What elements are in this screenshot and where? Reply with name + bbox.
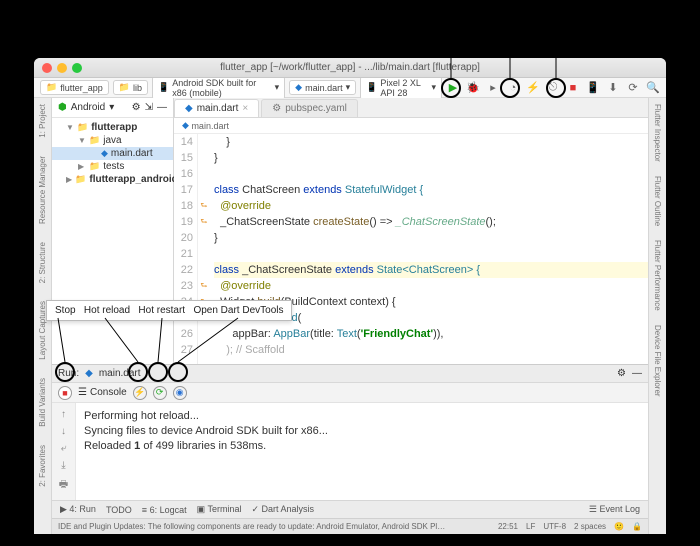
run-tool-title: Run: (58, 368, 79, 379)
run-config-selector[interactable]: ◆main.dart▾ (289, 80, 356, 95)
status-bar: IDE and Plugin Updates: The following co… (52, 518, 648, 534)
flutter-performance-tab[interactable]: Flutter Performance (653, 240, 662, 311)
sdk-manager-button[interactable]: ⬇ (606, 81, 620, 95)
source-text[interactable]: } } class ChatScreen extends StatefulWid… (210, 134, 648, 364)
device-selector[interactable]: 📱Android SDK built for x86 (mobile)▾ (152, 76, 285, 100)
editor-tab-main-dart[interactable]: ◆main.dart× (174, 99, 259, 117)
coverage-button[interactable]: ▸ (486, 81, 500, 95)
project-view-selector[interactable]: Android (71, 102, 105, 113)
avd-manager-button[interactable]: 📱 (586, 81, 600, 95)
line-number-gutter: 1415161718192021222324252627 (174, 134, 198, 364)
code-area[interactable]: 1415161718192021222324252627 ⮑⮑⮑⮑ } } cl… (174, 134, 648, 364)
ide-window: flutter_app [~/work/flutter_app] - .../l… (34, 58, 666, 534)
status-lock-icon[interactable]: 🔒 (632, 522, 642, 531)
status-message[interactable]: IDE and Plugin Updates: The following co… (58, 522, 448, 531)
breadcrumb-module[interactable]: 📁lib (113, 80, 148, 95)
hot-restart-button[interactable]: ⟳ (153, 386, 167, 400)
run-settings-icon[interactable]: ⚙ (617, 368, 626, 379)
window-title: flutter_app [~/work/flutter_app] - .../l… (34, 62, 666, 73)
debug-button[interactable]: 🐞 (466, 81, 480, 95)
search-everywhere-button[interactable]: 🔍 (646, 81, 660, 95)
avd-selector[interactable]: 📱Pixel 2 XL API 28▾ (360, 76, 442, 100)
structure-tool-tab[interactable]: 2: Structure (38, 242, 47, 283)
profile-button[interactable]: ◔ (506, 81, 520, 95)
sync-button[interactable]: ⟳ (626, 81, 640, 95)
console-down-icon[interactable]: ↓ (61, 426, 66, 437)
console-wrap-icon[interactable]: ⤶ (61, 443, 67, 454)
status-indent[interactable]: 2 spaces (574, 522, 606, 531)
open-devtools-button[interactable]: ◉ (173, 386, 187, 400)
attach-button[interactable]: ⎋ (546, 81, 560, 95)
project-hide-icon[interactable]: — (157, 102, 167, 113)
build-variants-tab[interactable]: Build Variants (38, 378, 47, 427)
breadcrumb-project[interactable]: 📁flutter_app (40, 80, 109, 95)
project-tree[interactable]: ▼📁flutterapp ▼📁java ◆main.dart ▶📁tests ▶… (52, 118, 173, 189)
console-tab[interactable]: ☰Console (78, 387, 127, 398)
annotation-hotrestart-label: Hot restart (138, 305, 185, 316)
console-scroll-icon[interactable]: ⤓ (61, 460, 65, 471)
status-encoding[interactable]: UTF-8 (543, 522, 566, 531)
annotation-devtools-label: Open Dart DevTools (193, 305, 283, 316)
status-line-ending[interactable]: LF (526, 522, 535, 531)
bottom-toolwindow-bar: ▶ 4: Run TODO ≡ 6: Logcat ▣ Terminal ✓ D… (52, 500, 648, 518)
console-up-icon[interactable]: ↑ (61, 409, 66, 420)
annotation-callout: Stop Hot reload Hot restart Open Dart De… (46, 300, 292, 321)
project-tool-window: ⬢ Android▾ ⚙ ⇲ — ▼📁flutterapp ▼📁java ◆ma… (52, 98, 174, 364)
flutter-inspector-tab[interactable]: Flutter Inspector (653, 104, 662, 162)
stop-button[interactable]: ■ (58, 386, 72, 400)
dart-analysis-tab[interactable]: ✓ Dart Analysis (251, 504, 314, 515)
stop-toolbar-button[interactable]: ■ (566, 81, 580, 95)
console-print-icon[interactable]: 🖶 (59, 477, 68, 494)
flutter-outline-tab[interactable]: Flutter Outline (653, 176, 662, 226)
device-file-explorer-tab[interactable]: Device File Explorer (653, 325, 662, 397)
status-time: 22:51 (498, 522, 518, 531)
todo-tool-tab[interactable]: TODO (106, 505, 132, 515)
tree-file-main-dart: ◆main.dart (52, 147, 173, 160)
run-hide-icon[interactable]: — (632, 368, 642, 379)
titlebar: flutter_app [~/work/flutter_app] - .../l… (34, 58, 666, 78)
hot-reload-toolbar-button[interactable]: ⚡ (526, 81, 540, 95)
run-config-name: main.dart (99, 368, 141, 379)
project-tool-tab[interactable]: 1: Project (38, 104, 47, 138)
right-toolwindow-bar: Flutter Inspector Flutter Outline Flutte… (648, 98, 666, 534)
terminal-tool-tab[interactable]: ▣ Terminal (197, 504, 242, 515)
annotation-hotreload-label: Hot reload (84, 305, 130, 316)
hot-reload-button[interactable]: ⚡ (133, 386, 147, 400)
status-inspection-icon[interactable]: 🙂 (614, 522, 624, 531)
console-side-toolbar: ↑ ↓ ⤶ ⤓ 🖶 (52, 403, 76, 500)
resource-manager-tab[interactable]: Resource Manager (38, 156, 47, 224)
project-settings-icon[interactable]: ⚙ (132, 102, 141, 113)
editor: ◆main.dart× ⚙pubspec.yaml ◆ main.dart 14… (174, 98, 648, 364)
logcat-tool-tab[interactable]: ≡ 6: Logcat (142, 505, 187, 515)
editor-breadcrumb[interactable]: ◆ main.dart (174, 118, 648, 134)
project-collapse-icon[interactable]: ⇲ (145, 102, 153, 113)
event-log-tab[interactable]: ☰ Event Log (589, 504, 640, 515)
run-tool-tab[interactable]: ▶ 4: Run (60, 504, 96, 515)
run-tool-window: Run: ◆main.dart ⚙ — ■ ☰Console ⚡ ⟳ ◉ ↑ (52, 364, 648, 500)
editor-tab-pubspec[interactable]: ⚙pubspec.yaml (261, 99, 358, 117)
favorites-tool-tab[interactable]: 2: Favorites (38, 445, 47, 487)
gutter-marks: ⮑⮑⮑⮑ (198, 134, 210, 364)
annotation-stop-label: Stop (55, 305, 76, 316)
navigation-bar: 📁flutter_app 📁lib 📱Android SDK built for… (34, 78, 666, 98)
console-output[interactable]: Performing hot reload... Syncing files t… (76, 403, 648, 500)
run-button[interactable]: ▶ (446, 81, 460, 95)
